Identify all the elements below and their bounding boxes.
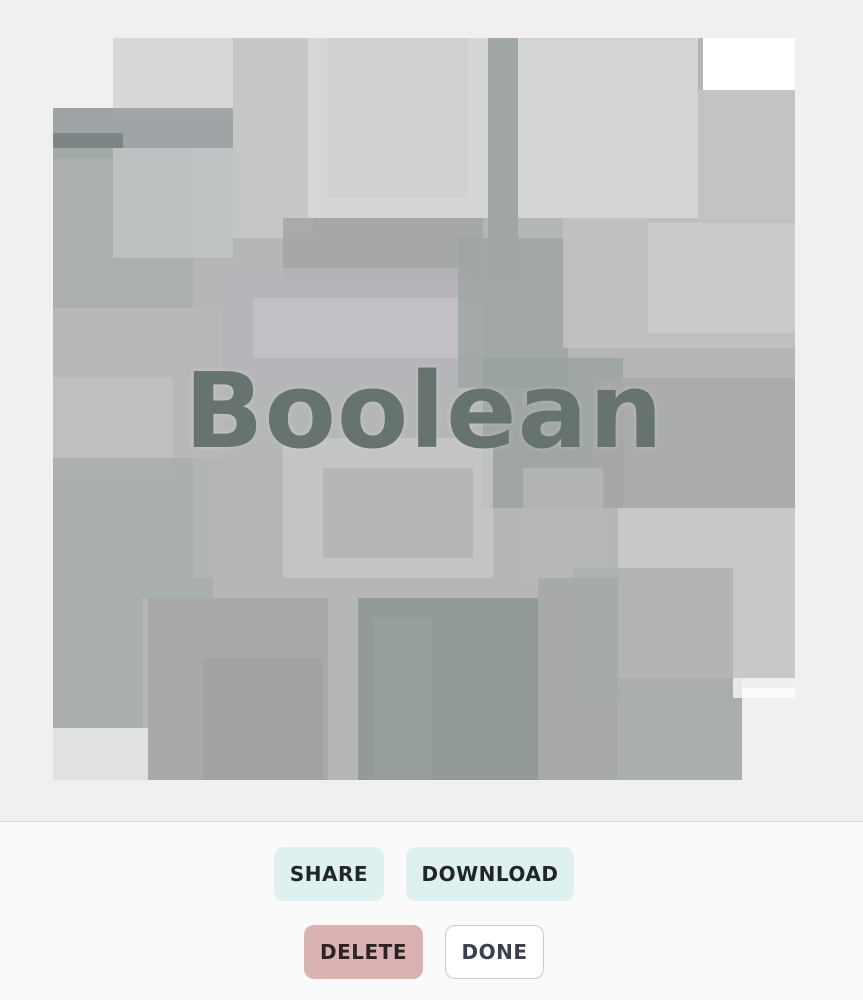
artwork-title: Boolean: [184, 350, 664, 472]
artwork-tile: [233, 38, 313, 238]
artwork-tile: [53, 38, 113, 108]
artwork-tile: [328, 38, 468, 198]
download-button[interactable]: DOWNLOAD: [406, 847, 574, 901]
artwork-tile: [538, 578, 618, 780]
artwork-tile: [373, 618, 433, 780]
artwork-tile: [323, 468, 473, 558]
artwork-tile: [53, 458, 213, 598]
artwork-tile: [742, 688, 795, 780]
artwork-canvas-area: Boolean: [0, 0, 863, 821]
artwork-tile: [703, 38, 795, 90]
artwork-tile: [648, 223, 795, 333]
artwork-tile: [113, 38, 233, 118]
artwork-tile: [113, 148, 233, 258]
artwork-tile: [53, 598, 143, 728]
action-toolbar: SHARE DOWNLOAD DELETE DONE: [0, 822, 863, 1000]
delete-button[interactable]: DELETE: [304, 925, 423, 979]
share-button[interactable]: SHARE: [274, 847, 384, 901]
artwork-tile: [203, 658, 323, 780]
done-button[interactable]: DONE: [445, 925, 544, 979]
artwork-tile: [53, 728, 148, 780]
artwork-tile: [618, 678, 742, 780]
artwork-tile: [733, 678, 795, 698]
artwork-tile: [698, 90, 795, 220]
artwork-tile: [253, 298, 483, 358]
artwork-image: Boolean: [53, 38, 795, 780]
artwork-tile: [518, 38, 698, 218]
